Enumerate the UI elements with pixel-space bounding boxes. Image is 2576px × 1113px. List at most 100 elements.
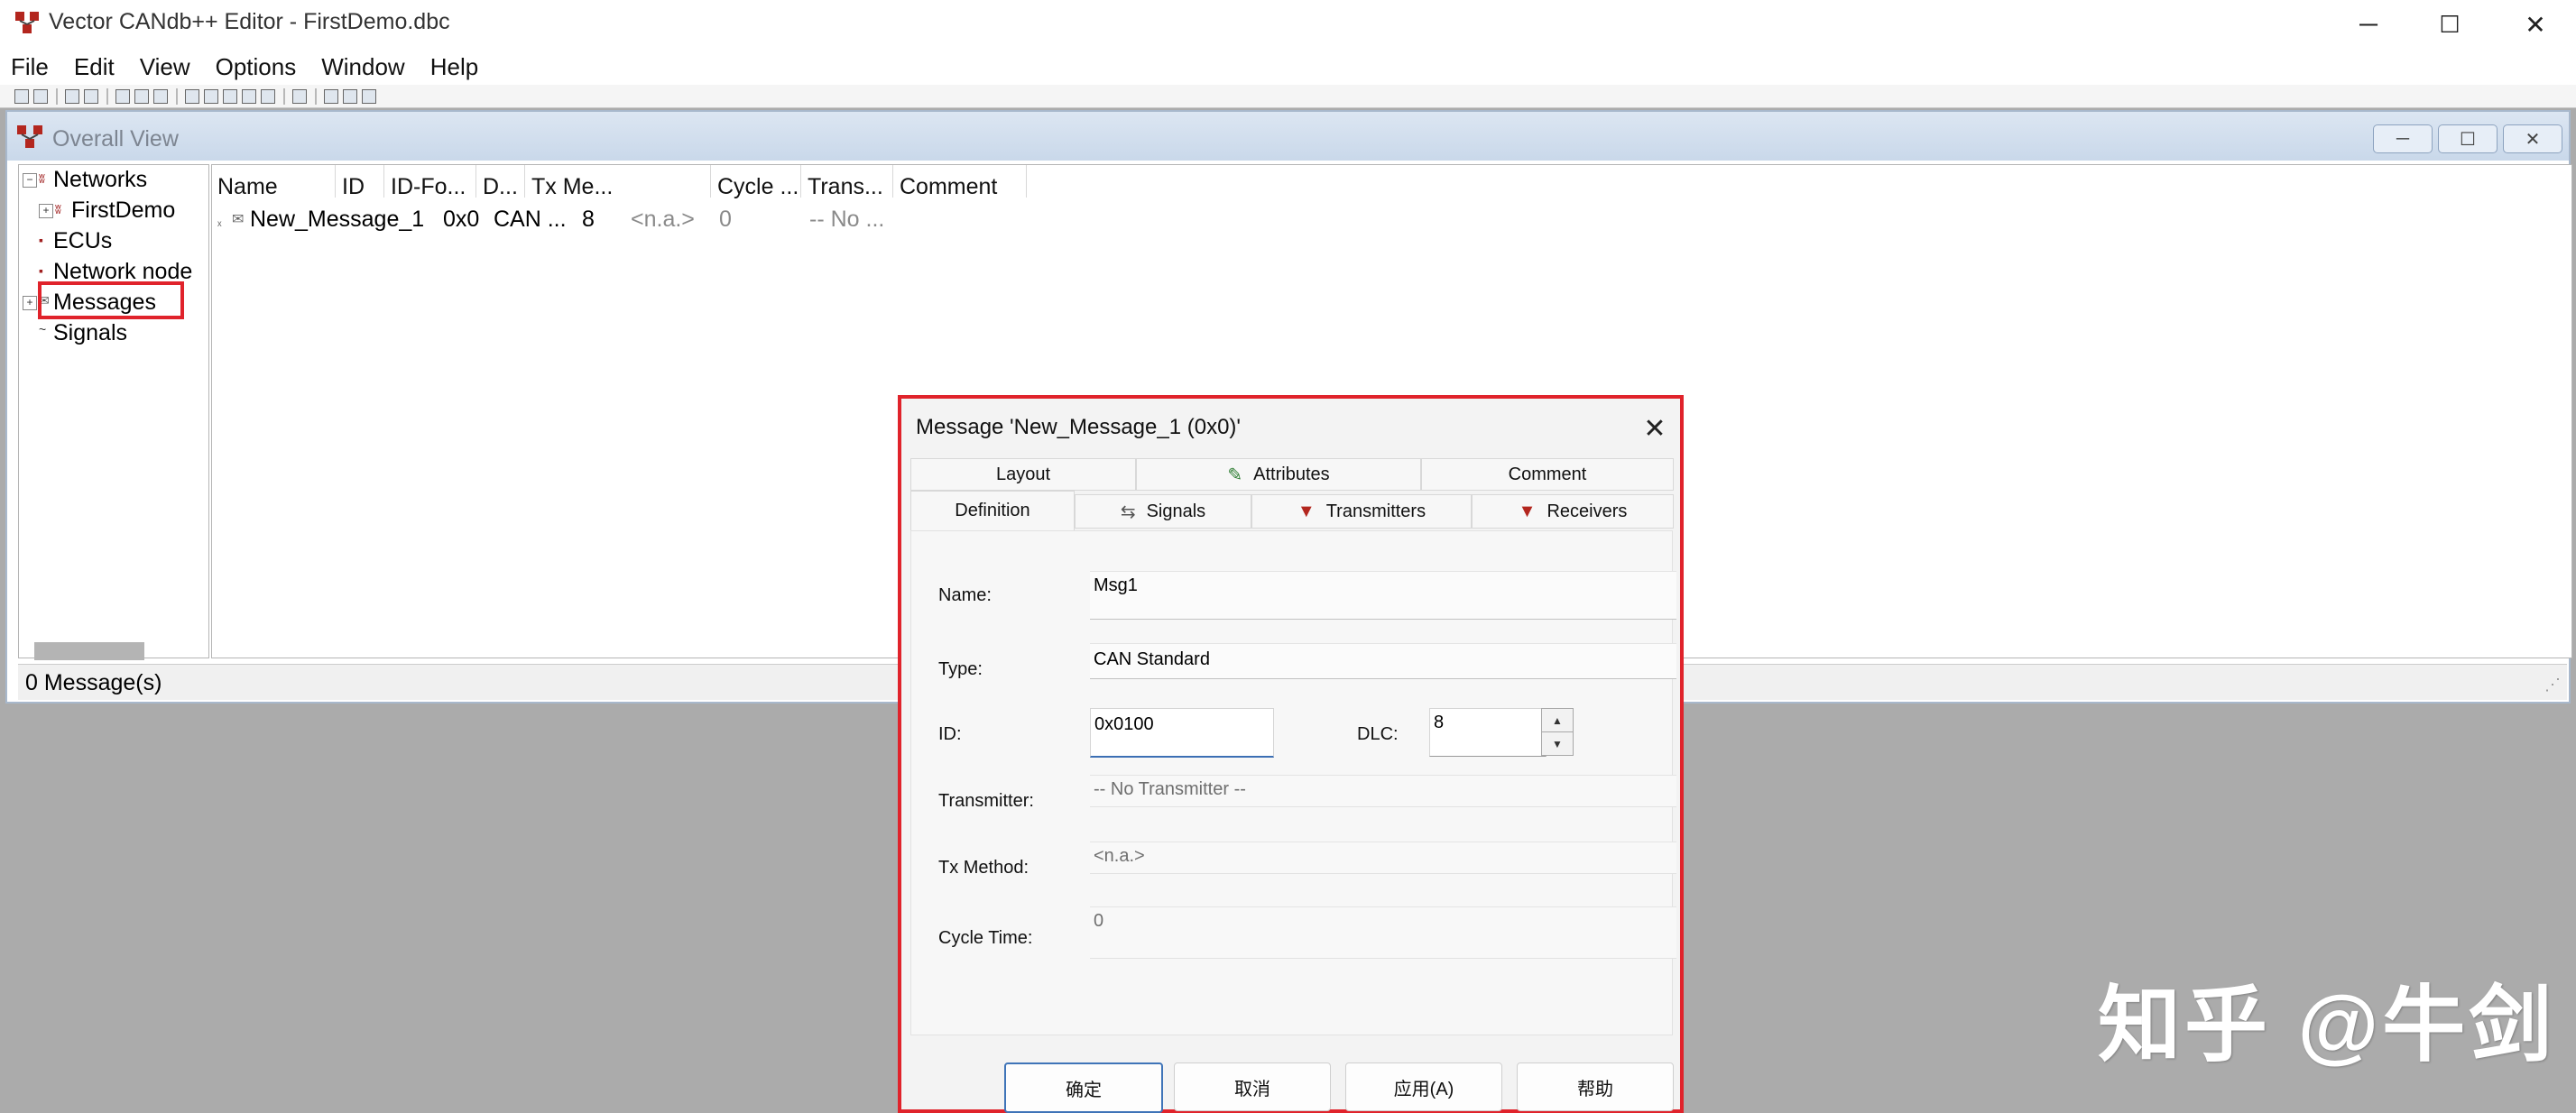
expand-firstdemo-icon[interactable]: + xyxy=(39,204,53,218)
resize-grip-icon[interactable]: ⋰ xyxy=(2544,676,2561,694)
ok-button[interactable]: 确定 xyxy=(1004,1062,1163,1113)
dlc-input[interactable]: 8 xyxy=(1429,708,1547,757)
tab-definition[interactable]: Definition xyxy=(910,491,1075,530)
menu-window[interactable]: Window xyxy=(321,53,404,81)
paste-icon[interactable] xyxy=(84,88,98,104)
cell-id-format: CAN ... xyxy=(494,207,567,232)
view-grid-icon[interactable] xyxy=(242,88,256,104)
cascade-icon[interactable] xyxy=(324,88,338,104)
mdi-minimize-button[interactable]: ─ xyxy=(2373,124,2433,153)
type-select[interactable]: CAN Standard xyxy=(1090,643,1676,679)
save-icon[interactable] xyxy=(33,88,48,104)
close-button[interactable]: ✕ xyxy=(2495,0,2576,49)
cycle-time-label: Cycle Time: xyxy=(938,928,1033,948)
status-message-count: 0 Message(s) xyxy=(25,670,162,695)
tree-horizontal-scrollbar[interactable] xyxy=(34,642,144,660)
menu-options[interactable]: Options xyxy=(216,53,297,81)
view-table-icon[interactable] xyxy=(223,88,237,104)
tx-method-label: Tx Method: xyxy=(938,858,1029,878)
tab-signals[interactable]: ⇆ Signals xyxy=(1075,494,1251,529)
ok-button-label: 确定 xyxy=(1066,1080,1102,1100)
dialog-title: Message 'New_Message_1 (0x0)' xyxy=(916,415,1241,439)
dlc-spin-up-icon[interactable]: ▲ xyxy=(1541,708,1574,732)
signals-icon: ⇆ xyxy=(1120,501,1136,522)
receiver-icon: ▼ xyxy=(1518,501,1537,521)
dlc-label: DLC: xyxy=(1357,724,1399,744)
message-icon: ✉ xyxy=(232,212,245,227)
overall-view-title-bar: Overall View ─ ☐ ✕ xyxy=(7,112,2569,161)
mdi-close-button[interactable]: ✕ xyxy=(2503,124,2562,153)
transmitter-icon: ▼ xyxy=(1297,501,1316,521)
tile-horizontal-icon[interactable] xyxy=(343,88,357,104)
view-icons-icon[interactable] xyxy=(261,88,275,104)
networks-icon: ʬ xyxy=(39,171,45,186)
toolbar-separator xyxy=(176,87,178,105)
definition-panel: Name: Msg1 Type: CAN Standard ID: 0x0100… xyxy=(910,530,1676,1035)
tab-signals-label: Signals xyxy=(1146,501,1206,521)
cell-id: 0x0 xyxy=(443,207,480,232)
tree-item-ecus[interactable]: ECUs xyxy=(53,228,112,254)
menu-bar: File Edit View Options Window Help xyxy=(0,49,2576,85)
maximize-button[interactable]: ☐ xyxy=(2409,0,2490,49)
tree-item-networks[interactable]: Networks xyxy=(53,167,147,193)
tile-vertical-icon[interactable] xyxy=(362,88,376,104)
copy-icon[interactable] xyxy=(65,88,79,104)
dlc-spin-down-icon[interactable]: ▼ xyxy=(1541,731,1574,756)
toolbar-separator xyxy=(56,87,58,105)
network-icon[interactable] xyxy=(292,88,307,104)
overall-view-icon xyxy=(17,125,42,148)
open-icon[interactable] xyxy=(14,88,29,104)
dialog-close-button[interactable]: ✕ xyxy=(1632,406,1677,451)
cell-dlc: 8 xyxy=(582,207,595,232)
view-details-icon[interactable] xyxy=(204,88,218,104)
table-row[interactable]: ₓ ✉ New_Message_1 0x0 CAN ... 8 <n.a.> 0… xyxy=(212,165,2571,300)
minimize-button[interactable]: ─ xyxy=(2328,0,2409,49)
tab-layout[interactable]: Layout xyxy=(910,458,1136,491)
row-marker-icon: ₓ xyxy=(217,214,222,228)
tab-definition-label: Definition xyxy=(955,501,1030,520)
tab-attributes[interactable]: ✎ Attributes xyxy=(1136,458,1421,491)
tab-receivers[interactable]: ▼ Receivers xyxy=(1472,494,1674,529)
help-button[interactable]: 帮助 xyxy=(1517,1062,1674,1111)
name-input[interactable]: Msg1 xyxy=(1090,571,1676,620)
menu-view[interactable]: View xyxy=(140,53,190,81)
cycle-time-field: 0 xyxy=(1090,906,1676,959)
id-label: ID: xyxy=(938,724,962,744)
menu-edit[interactable]: Edit xyxy=(74,53,115,81)
attributes-pen-icon: ✎ xyxy=(1227,465,1243,485)
collapse-networks-icon[interactable]: − xyxy=(23,173,37,188)
help-button-label: 帮助 xyxy=(1577,1079,1613,1099)
view-list-icon[interactable] xyxy=(185,88,199,104)
cancel-button-label: 取消 xyxy=(1234,1079,1270,1099)
tree-item-signals[interactable]: Signals xyxy=(53,320,127,346)
find-icon[interactable] xyxy=(153,88,168,104)
mdi-restore-button[interactable]: ☐ xyxy=(2438,124,2498,153)
menu-help[interactable]: Help xyxy=(430,53,478,81)
app-title: Vector CANdb++ Editor - FirstDemo.dbc xyxy=(49,9,450,34)
node-icon: ▪ xyxy=(39,263,43,278)
signal-icon: ~ xyxy=(39,322,47,336)
cancel-button[interactable]: 取消 xyxy=(1174,1062,1331,1111)
delete-icon[interactable] xyxy=(134,88,149,104)
cell-transmitter: -- No ... xyxy=(809,207,885,232)
tree-item-firstdemo[interactable]: FirstDemo xyxy=(71,198,175,224)
menu-file[interactable]: File xyxy=(11,53,49,81)
toolbar xyxy=(0,85,2576,108)
tab-comment[interactable]: Comment xyxy=(1421,458,1674,491)
cut-icon[interactable] xyxy=(115,88,130,104)
tx-method-field: <n.a.> xyxy=(1090,842,1676,874)
object-tree: − ʬ Networks + ʬ FirstDemo ▪ ECUs ▪ Netw… xyxy=(18,164,209,658)
cell-cycle: 0 xyxy=(719,207,732,232)
tab-transmitters[interactable]: ▼ Transmitters xyxy=(1251,494,1472,529)
expand-messages-icon[interactable]: + xyxy=(23,296,37,310)
transmitter-field: -- No Transmitter -- xyxy=(1090,775,1676,807)
apply-button[interactable]: 应用(A) xyxy=(1345,1062,1502,1111)
tab-transmitters-label: Transmitters xyxy=(1325,501,1426,521)
tab-layout-label: Layout xyxy=(995,464,1051,484)
name-label: Name: xyxy=(938,585,992,605)
overall-view-title: Overall View xyxy=(52,126,179,152)
watermark-text: 知乎 @牛剑 xyxy=(2098,980,2556,1072)
apply-button-label: 应用(A) xyxy=(1393,1079,1454,1099)
id-input[interactable]: 0x0100 xyxy=(1090,708,1274,758)
tab-attributes-label: Attributes xyxy=(1253,464,1330,484)
